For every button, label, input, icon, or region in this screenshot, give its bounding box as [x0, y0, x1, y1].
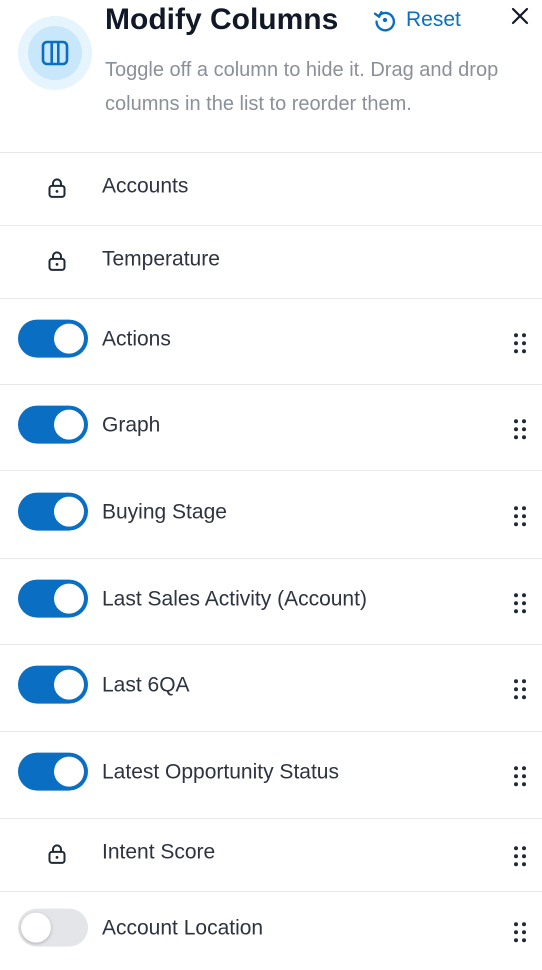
column-row: Accounts	[0, 153, 542, 226]
column-row: Graph	[0, 385, 542, 471]
column-row: Intent Score	[0, 819, 542, 892]
drag-handle-icon[interactable]	[512, 764, 528, 788]
column-visibility-toggle[interactable]	[18, 665, 88, 704]
reset-button[interactable]: Reset	[372, 6, 461, 34]
column-label: Buying Stage	[102, 500, 227, 524]
column-label: Temperature	[102, 247, 220, 271]
column-list: Accounts Temperature Actions Graph Buyin…	[0, 153, 542, 970]
drag-handle-icon[interactable]	[512, 504, 528, 528]
column-visibility-toggle[interactable]	[18, 579, 88, 618]
column-visibility-toggle[interactable]	[18, 492, 88, 531]
column-row: Latest Opportunity Status	[0, 732, 542, 819]
page-title: Modify Columns	[105, 3, 339, 36]
column-label: Last Sales Activity (Account)	[102, 587, 367, 611]
lock-icon	[48, 178, 66, 198]
lock-icon	[48, 251, 66, 271]
column-row: Temperature	[0, 226, 542, 299]
columns-icon	[41, 40, 69, 66]
drag-handle-icon[interactable]	[512, 591, 528, 615]
drag-handle-icon[interactable]	[512, 677, 528, 701]
column-visibility-toggle[interactable]	[18, 908, 88, 947]
column-visibility-toggle[interactable]	[18, 319, 88, 358]
column-label: Last 6QA	[102, 673, 190, 697]
columns-badge	[18, 16, 92, 90]
page-subtitle: Toggle off a column to hide it. Drag and…	[105, 59, 499, 115]
close-button[interactable]	[508, 4, 532, 28]
lock-icon	[48, 844, 66, 864]
drag-handle-icon[interactable]	[512, 920, 528, 944]
column-visibility-toggle[interactable]	[18, 405, 88, 444]
column-label: Account Location	[102, 916, 264, 940]
column-row: Actions	[0, 299, 542, 385]
modify-columns-header: Modify Columns Reset Toggle off a column…	[0, 0, 542, 153]
column-row: Last 6QA	[0, 645, 542, 732]
column-row: Last Sales Activity (Account)	[0, 559, 542, 645]
close-icon	[511, 7, 529, 25]
reset-icon	[373, 11, 396, 32]
column-row: Account Location	[0, 892, 542, 970]
drag-handle-icon[interactable]	[512, 844, 528, 868]
column-label: Graph	[102, 413, 161, 437]
column-label: Actions	[102, 327, 171, 351]
column-label: Latest Opportunity Status	[102, 760, 339, 784]
column-row: Buying Stage	[0, 471, 542, 559]
reset-label: Reset	[406, 8, 461, 31]
column-label: Intent Score	[102, 840, 216, 864]
column-label: Accounts	[102, 174, 189, 198]
drag-handle-icon[interactable]	[512, 417, 528, 441]
column-visibility-toggle[interactable]	[18, 752, 88, 791]
drag-handle-icon[interactable]	[512, 331, 528, 355]
